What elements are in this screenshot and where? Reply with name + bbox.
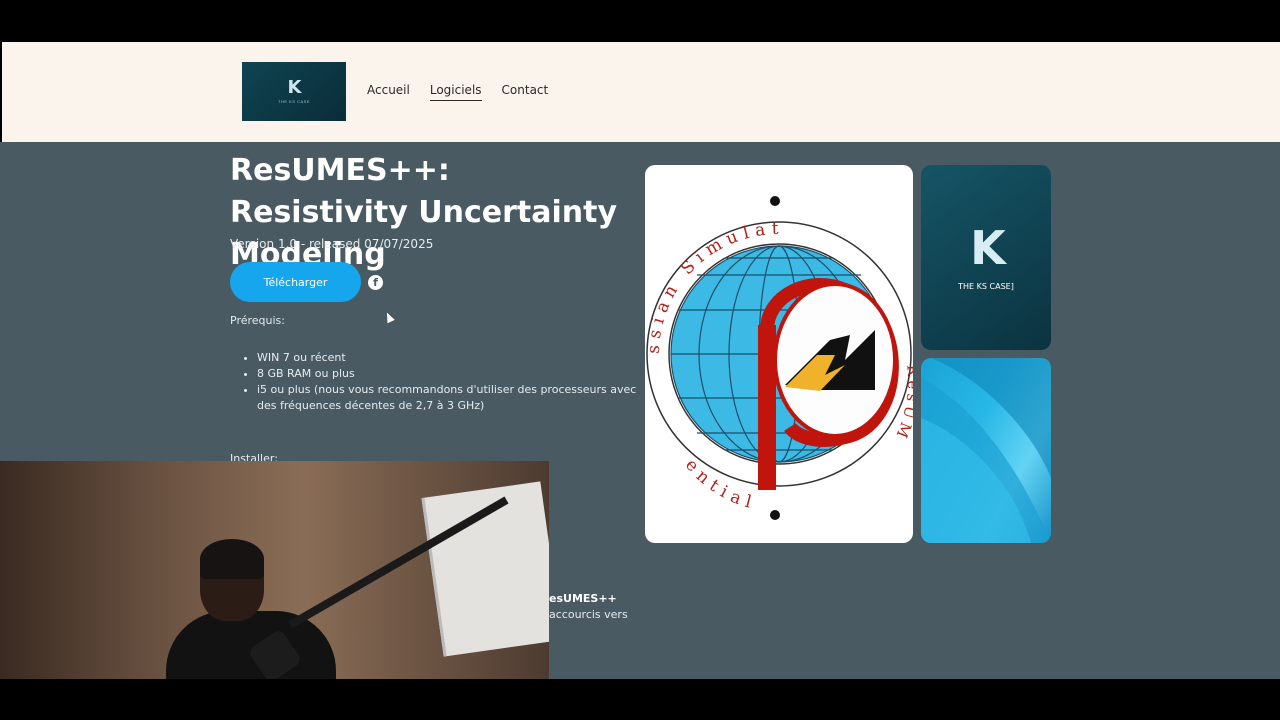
site-logo[interactable]: K THE KS CASE [242, 62, 346, 121]
ring-text-bottom: ential [681, 455, 753, 514]
download-button[interactable]: Télécharger [230, 262, 361, 302]
install-step-title: esUMES++ [549, 592, 617, 605]
globe-logo-card: ssian Simulat ential ResUM [645, 165, 913, 543]
svg-text:ential: ential [681, 455, 759, 514]
globe-logo-icon: ssian Simulat ential ResUM [645, 196, 913, 520]
architecture-image-art [921, 358, 1051, 543]
site-header: K THE KS CASE Accueil Logiciels Contact [0, 42, 1280, 142]
version-text: Version 1.0 - released 07/07/2025 [230, 237, 434, 251]
prerequisites-label: Prérequis: [230, 314, 285, 327]
nav-accueil[interactable]: Accueil [367, 83, 410, 101]
facebook-icon[interactable]: f [368, 275, 383, 290]
ks-caption: THE KS CASE] [958, 282, 1014, 291]
nav-logiciels[interactable]: Logiciels [429, 83, 482, 101]
website: K THE KS CASE Accueil Logiciels Contact … [0, 42, 1280, 679]
logo-letter: K [287, 77, 302, 98]
architecture-image [921, 358, 1051, 543]
list-item: WIN 7 ou récent [257, 350, 637, 366]
presenter-hat [200, 539, 264, 579]
webcam-overlay [0, 461, 549, 679]
ks-brand-card: K THE KS CASE] [921, 165, 1051, 350]
nav-contact[interactable]: Contact [502, 83, 549, 101]
logo-tagline: THE KS CASE [278, 99, 310, 104]
list-item: i5 ou plus (nous vous recommandons d'uti… [257, 382, 637, 414]
install-step-text: accourcis vers [549, 608, 628, 621]
main-nav: Accueil Logiciels Contact [367, 83, 548, 101]
presenter-body [166, 611, 336, 679]
letterbox-bottom [0, 679, 1280, 720]
letterbox-top [0, 0, 1280, 42]
requirements-list: WIN 7 ou récent 8 GB RAM ou plus i5 ou p… [257, 350, 637, 414]
list-item: 8 GB RAM ou plus [257, 366, 637, 382]
page-title: ResUMES++: Resistivity Uncertainty Model… [230, 153, 618, 272]
ks-logo-letter: K [970, 221, 1006, 275]
mouse-cursor [383, 310, 395, 324]
